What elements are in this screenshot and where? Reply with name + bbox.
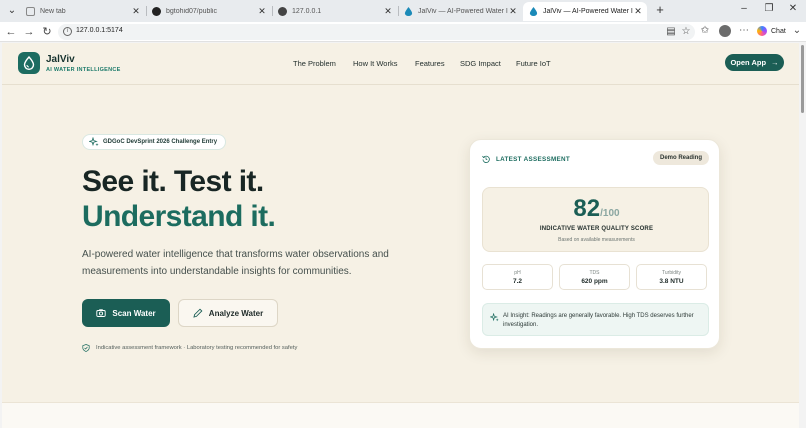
- nav-features[interactable]: Features: [415, 59, 445, 68]
- score-subtext: Based on available measurements: [558, 237, 635, 243]
- address-url[interactable]: 127.0.0.1:5174: [76, 27, 123, 34]
- latest-assessment-card: LATEST ASSESSMENT Demo Reading 82/100 IN…: [469, 139, 720, 349]
- github-icon: [152, 7, 161, 16]
- tab-localhost[interactable]: 127.0.0.1 ✕: [272, 2, 397, 21]
- bookmark-star-icon[interactable]: ☆: [680, 26, 692, 37]
- tab-list-chevron-icon[interactable]: ⌄: [4, 3, 20, 19]
- reload-icon[interactable]: ↻: [40, 25, 54, 39]
- sparkle-icon: [490, 313, 499, 322]
- metric-turbidity: Turbidity 3.8 NTU: [636, 264, 707, 290]
- open-app-label: Open App: [730, 58, 767, 67]
- next-section-edge: [2, 402, 799, 428]
- tab-label: JalViv — AI-Powered Water Intellig: [543, 8, 633, 15]
- assessment-title-text: LATEST ASSESSMENT: [496, 155, 571, 163]
- metric-value: 7.2: [512, 278, 523, 285]
- score-row: 82/100: [483, 195, 710, 223]
- history-icon: [482, 155, 490, 163]
- tab-jalviv[interactable]: JalViv — AI-Powered Water Intellig ✕: [398, 2, 522, 21]
- address-bar[interactable]: i 127.0.0.1:5174 ▤ ☆: [58, 24, 695, 40]
- close-icon[interactable]: ✕: [383, 6, 393, 17]
- assessment-title: LATEST ASSESSMENT: [482, 155, 570, 163]
- scrollbar-thumb[interactable]: [801, 45, 804, 113]
- metric-ph: pH 7.2: [482, 264, 553, 290]
- close-icon[interactable]: ✕: [508, 6, 518, 17]
- copilot-icon: [757, 26, 767, 36]
- chevron-down-icon[interactable]: ⌄: [790, 25, 804, 36]
- scan-water-label: Scan Water: [112, 308, 156, 318]
- score-value: 82: [573, 195, 601, 222]
- tab-jalviv-active[interactable]: JalViv — AI-Powered Water Intellig ✕: [523, 2, 647, 21]
- nav-the-problem[interactable]: The Problem: [293, 59, 336, 68]
- tab-label: 127.0.0.1: [292, 8, 322, 15]
- tab-label: New tab: [40, 8, 66, 15]
- window-close-icon[interactable]: ✕: [786, 3, 800, 14]
- tab-new-tab[interactable]: New tab ✕: [20, 2, 145, 21]
- hero-headline-line1: See it. Test it.: [82, 165, 264, 198]
- score-label: INDICATIVE WATER QUALITY SCORE: [539, 226, 654, 232]
- metric-value: 620 ppm: [581, 278, 608, 285]
- metric-label: TDS: [589, 270, 600, 276]
- water-drop-icon: [23, 55, 35, 70]
- quality-score-panel: 82/100 INDICATIVE WATER QUALITY SCORE Ba…: [482, 187, 709, 252]
- metric-tds: TDS 620 ppm: [559, 264, 630, 290]
- brand-name[interactable]: JalViv: [46, 54, 75, 65]
- browser-tab-strip: ⌄ New tab ✕ bgtohid07/public ✕ 127.0.0.1…: [0, 0, 806, 22]
- browser-toolbar: ← → ↻ i 127.0.0.1:5174 ▤ ☆ ✩ ⋯ Chat ⌄: [0, 22, 806, 42]
- new-tab-icon: [26, 7, 35, 16]
- metric-label: Turbidity: [662, 270, 681, 276]
- scan-water-button[interactable]: Scan Water: [82, 299, 170, 327]
- metric-value: 3.8 NTU: [659, 278, 684, 285]
- chat-label: Chat: [771, 27, 786, 35]
- page-viewport: JalViv AI WATER INTELLIGENCE The Problem…: [2, 43, 799, 428]
- water-drop-icon: [529, 7, 538, 16]
- nav-sdg-impact[interactable]: SDG Impact: [460, 59, 501, 68]
- nav-how-it-works[interactable]: How It Works: [353, 59, 397, 68]
- brand-logo[interactable]: [18, 52, 40, 74]
- arrow-right-icon: →: [771, 58, 779, 67]
- tab-label: bgtohid07/public: [166, 8, 217, 15]
- ai-insight-text: AI Insight: Readings are generally favor…: [503, 313, 694, 328]
- metric-label: pH: [514, 270, 521, 276]
- reader-mode-icon[interactable]: ▤: [665, 26, 677, 37]
- profile-avatar[interactable]: [719, 25, 731, 37]
- safety-disclaimer-text: Indicative assessment framework · Labora…: [96, 345, 298, 351]
- score-max: /100: [600, 208, 620, 219]
- more-menu-icon[interactable]: ⋯: [737, 25, 751, 36]
- challenge-badge-label: GDGoC DevSprint 2026 Challenge Entry: [103, 139, 218, 145]
- challenge-badge: GDGoC DevSprint 2026 Challenge Entry: [82, 134, 227, 150]
- shield-check-icon: [82, 344, 90, 352]
- restore-icon[interactable]: ❐: [762, 3, 776, 14]
- tab-github[interactable]: bgtohid07/public ✕: [146, 2, 271, 21]
- copilot-chat-button[interactable]: Chat: [757, 26, 786, 36]
- ai-insight-box: AI Insight: Readings are generally favor…: [482, 303, 709, 336]
- nav-future-iot[interactable]: Future IoT: [516, 59, 551, 68]
- globe-icon: [278, 7, 287, 16]
- safety-disclaimer: Indicative assessment framework · Labora…: [82, 344, 297, 352]
- camera-icon: [96, 309, 107, 317]
- pencil-icon: [193, 308, 203, 318]
- minimize-icon[interactable]: –: [737, 3, 751, 14]
- demo-reading-badge: Demo Reading: [653, 151, 709, 165]
- new-tab-plus-icon[interactable]: +: [653, 3, 667, 17]
- hero-description: AI-powered water intelligence that trans…: [82, 249, 389, 277]
- site-info-icon[interactable]: i: [63, 27, 72, 36]
- water-drop-icon: [404, 7, 413, 16]
- sparkle-icon: [89, 137, 99, 147]
- hero-headline-line2: Understand it.: [82, 200, 276, 233]
- back-arrow-icon[interactable]: ←: [4, 25, 18, 39]
- brand-tagline: AI WATER INTELLIGENCE: [46, 67, 121, 73]
- close-icon[interactable]: ✕: [257, 6, 267, 17]
- close-icon[interactable]: ✕: [633, 6, 643, 17]
- forward-arrow-icon[interactable]: →: [22, 25, 36, 39]
- open-app-button[interactable]: Open App →: [725, 54, 784, 71]
- favorites-icon[interactable]: ✩: [698, 25, 712, 36]
- close-icon[interactable]: ✕: [131, 6, 141, 17]
- analyze-water-label: Analyze Water: [208, 308, 264, 318]
- site-header: JalViv AI WATER INTELLIGENCE The Problem…: [2, 43, 799, 85]
- tab-label: JalViv — AI-Powered Water Intellig: [418, 8, 508, 15]
- analyze-water-button[interactable]: Analyze Water: [178, 299, 278, 327]
